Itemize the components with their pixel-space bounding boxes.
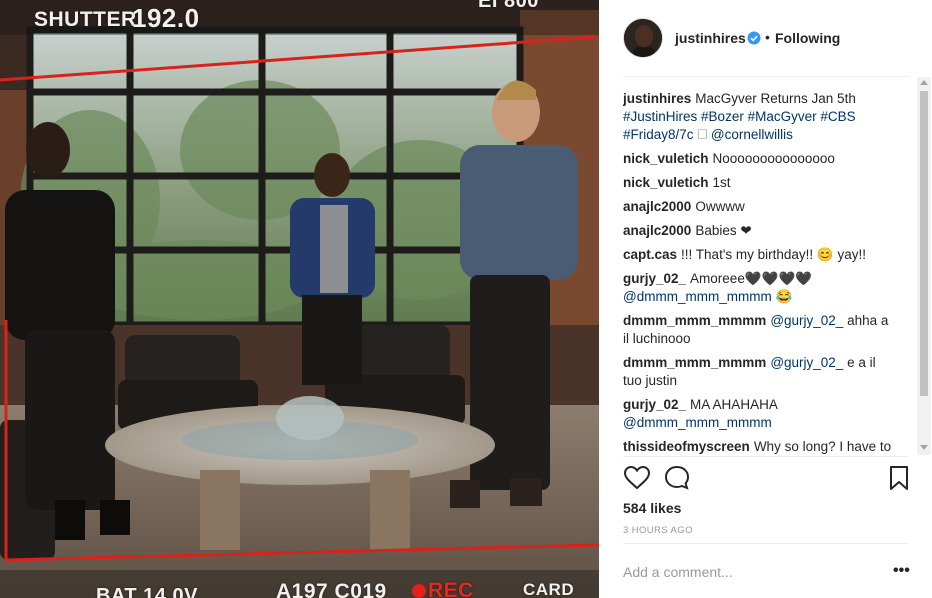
comment-item: anajlc2000 Owwww xyxy=(623,198,893,216)
comment-link[interactable]: @dmmm_mmm_mmmm xyxy=(623,415,772,430)
comment-text: 🗆 xyxy=(693,127,711,142)
divider xyxy=(623,543,908,544)
comment-text: Why so long? I have to xyxy=(753,439,892,454)
post-header: justinhires • Following xyxy=(599,0,932,76)
comment-link[interactable]: @gurjy_02_ xyxy=(770,313,843,328)
comment-username[interactable]: dmmm_mmm_mmmm xyxy=(623,355,766,370)
comment-link[interactable]: @cornellwillis xyxy=(711,127,793,142)
comment-icon[interactable] xyxy=(663,464,691,492)
comment-username[interactable]: dmmm_mmm_mmmm xyxy=(623,313,766,328)
viewfinder-battery: BAT 14.0V xyxy=(96,585,198,598)
post-timestamp[interactable]: 3 HOURS AGO xyxy=(623,525,693,536)
post-sidebar: justinhires • Following justinhires MacGy… xyxy=(599,0,932,598)
comment-text: MacGyver Returns Jan 5th xyxy=(695,91,856,106)
photo-scene xyxy=(0,0,599,598)
comment-item: anajlc2000 Babies ❤ xyxy=(623,222,893,240)
viewfinder-shutter-value: 192.0 xyxy=(132,3,200,33)
avatar[interactable] xyxy=(623,18,663,58)
verified-badge-icon xyxy=(747,31,761,45)
instagram-post-view: SHUTTER 192.0 EI 800 BAT 14.0V A197 C019… xyxy=(0,0,932,598)
comment-item: nick_vuletich Nooooooooooooooo xyxy=(623,150,893,168)
comment-username[interactable]: nick_vuletich xyxy=(623,151,709,166)
comment-item: capt.cas !!! That's my birthday!! 😊 yay!! xyxy=(623,246,893,264)
comment-text: Amoreee🖤🖤🖤🖤 xyxy=(690,271,813,286)
scroll-thumb[interactable] xyxy=(920,91,928,396)
comment-item: nick_vuletich 1st xyxy=(623,174,893,192)
header-username[interactable]: justinhires xyxy=(675,30,746,46)
viewfinder-rec: REC xyxy=(428,579,474,598)
comment-item: justinhires MacGyver Returns Jan 5th #Jus… xyxy=(623,90,893,144)
divider xyxy=(623,76,908,77)
viewfinder-ei: EI 800 xyxy=(478,0,539,12)
comment-link[interactable]: #Bozer xyxy=(701,109,744,124)
comment-username[interactable]: thissideofmyscreen xyxy=(623,439,750,454)
comment-username[interactable]: justinhires xyxy=(623,91,691,106)
divider xyxy=(623,456,908,457)
heart-icon[interactable] xyxy=(623,464,651,492)
comment-link[interactable]: #Friday8/7c xyxy=(623,127,694,142)
avatar-image xyxy=(624,19,662,57)
more-options-icon[interactable]: ••• xyxy=(893,562,910,580)
comment-item: dmmm_mmm_mmmm @gurjy_02_ e a il tuo justi… xyxy=(623,354,893,390)
comment-item: dmmm_mmm_mmmm @gurjy_02_ ahha a il luchin… xyxy=(623,312,893,348)
following-button[interactable]: Following xyxy=(775,30,840,46)
comment-link[interactable]: #MacGyver xyxy=(748,109,817,124)
scroll-down-arrow-icon[interactable] xyxy=(920,445,928,450)
comment-username[interactable]: gurjy_02_ xyxy=(623,271,686,286)
bookmark-icon[interactable] xyxy=(885,464,913,492)
comments-list[interactable]: justinhires MacGyver Returns Jan 5th #Jus… xyxy=(623,90,893,456)
comment-text: Owwww xyxy=(695,199,745,214)
header-separator: • xyxy=(765,29,770,45)
add-comment-input[interactable] xyxy=(623,560,873,584)
comment-text: 😂 xyxy=(771,289,793,304)
action-bar xyxy=(623,464,908,494)
viewfinder-shutter-label: SHUTTER xyxy=(34,8,137,31)
post-photo[interactable]: SHUTTER 192.0 EI 800 BAT 14.0V A197 C019… xyxy=(0,0,599,598)
comment-text: Babies ❤ xyxy=(695,223,752,238)
comment-item: thissideofmyscreen Why so long? I have to xyxy=(623,438,893,456)
comments-scrollbar[interactable] xyxy=(917,77,931,455)
comment-item: gurjy_02_ MA AHAHAHA @dmmm_mmm_mmmm xyxy=(623,396,893,432)
viewfinder-card: CARD xyxy=(523,580,575,598)
comment-link[interactable]: #JustinHires xyxy=(623,109,697,124)
viewfinder-clip: A197 C019 xyxy=(276,580,387,598)
record-dot-icon xyxy=(412,584,426,598)
comment-link[interactable]: @gurjy_02_ xyxy=(770,355,843,370)
likes-count[interactable]: 584 likes xyxy=(623,500,681,516)
comment-text: MA AHAHAHA xyxy=(690,397,778,412)
comment-text: 1st xyxy=(712,175,731,190)
comment-username[interactable]: capt.cas xyxy=(623,247,677,262)
comment-username[interactable]: anajlc2000 xyxy=(623,199,691,214)
comment-text: Nooooooooooooooo xyxy=(712,151,835,166)
comment-username[interactable]: anajlc2000 xyxy=(623,223,691,238)
comment-link[interactable]: @dmmm_mmm_mmmm xyxy=(623,289,772,304)
comment-text: !!! That's my birthday!! 😊 yay!! xyxy=(681,247,866,262)
comment-username[interactable]: nick_vuletich xyxy=(623,175,709,190)
comment-link[interactable]: #CBS xyxy=(820,109,855,124)
scroll-up-arrow-icon[interactable] xyxy=(920,80,928,85)
comment-username[interactable]: gurjy_02_ xyxy=(623,397,686,412)
comment-item: gurjy_02_ Amoreee🖤🖤🖤🖤 @dmmm_mmm_mmmm 😂 xyxy=(623,270,893,306)
